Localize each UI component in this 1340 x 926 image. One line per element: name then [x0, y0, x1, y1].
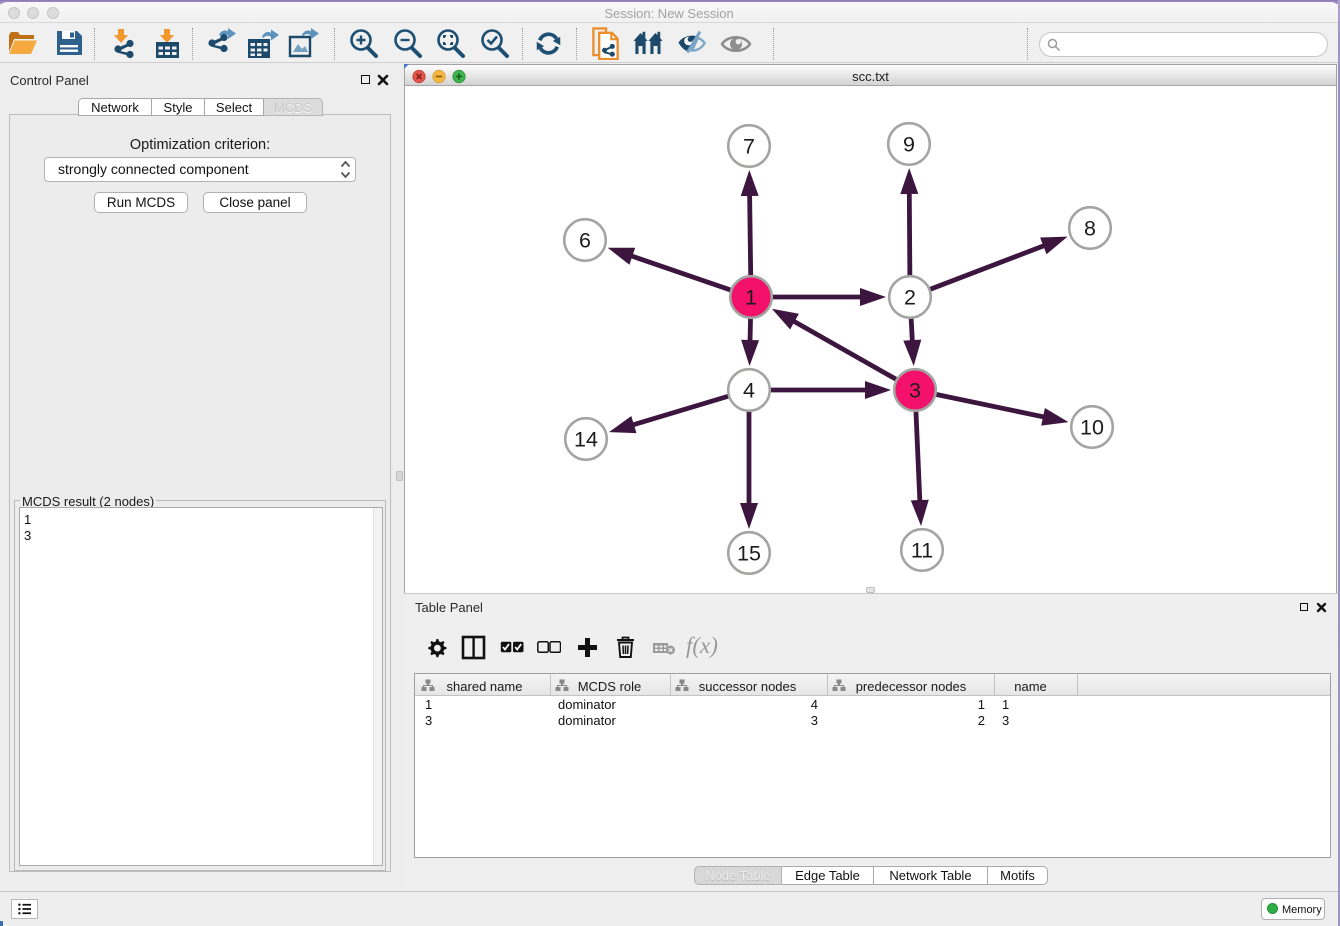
svg-text:11: 11	[911, 539, 933, 563]
svg-text:4: 4	[743, 379, 755, 403]
svg-text:1: 1	[745, 286, 757, 310]
svg-text:15: 15	[737, 542, 761, 566]
svg-text:6: 6	[579, 229, 591, 253]
svg-text:7: 7	[743, 135, 755, 159]
svg-text:2: 2	[904, 286, 916, 310]
svg-text:14: 14	[574, 428, 598, 452]
svg-text:3: 3	[909, 379, 921, 403]
svg-text:10: 10	[1080, 416, 1104, 440]
svg-text:8: 8	[1084, 217, 1096, 241]
svg-text:9: 9	[903, 133, 915, 157]
